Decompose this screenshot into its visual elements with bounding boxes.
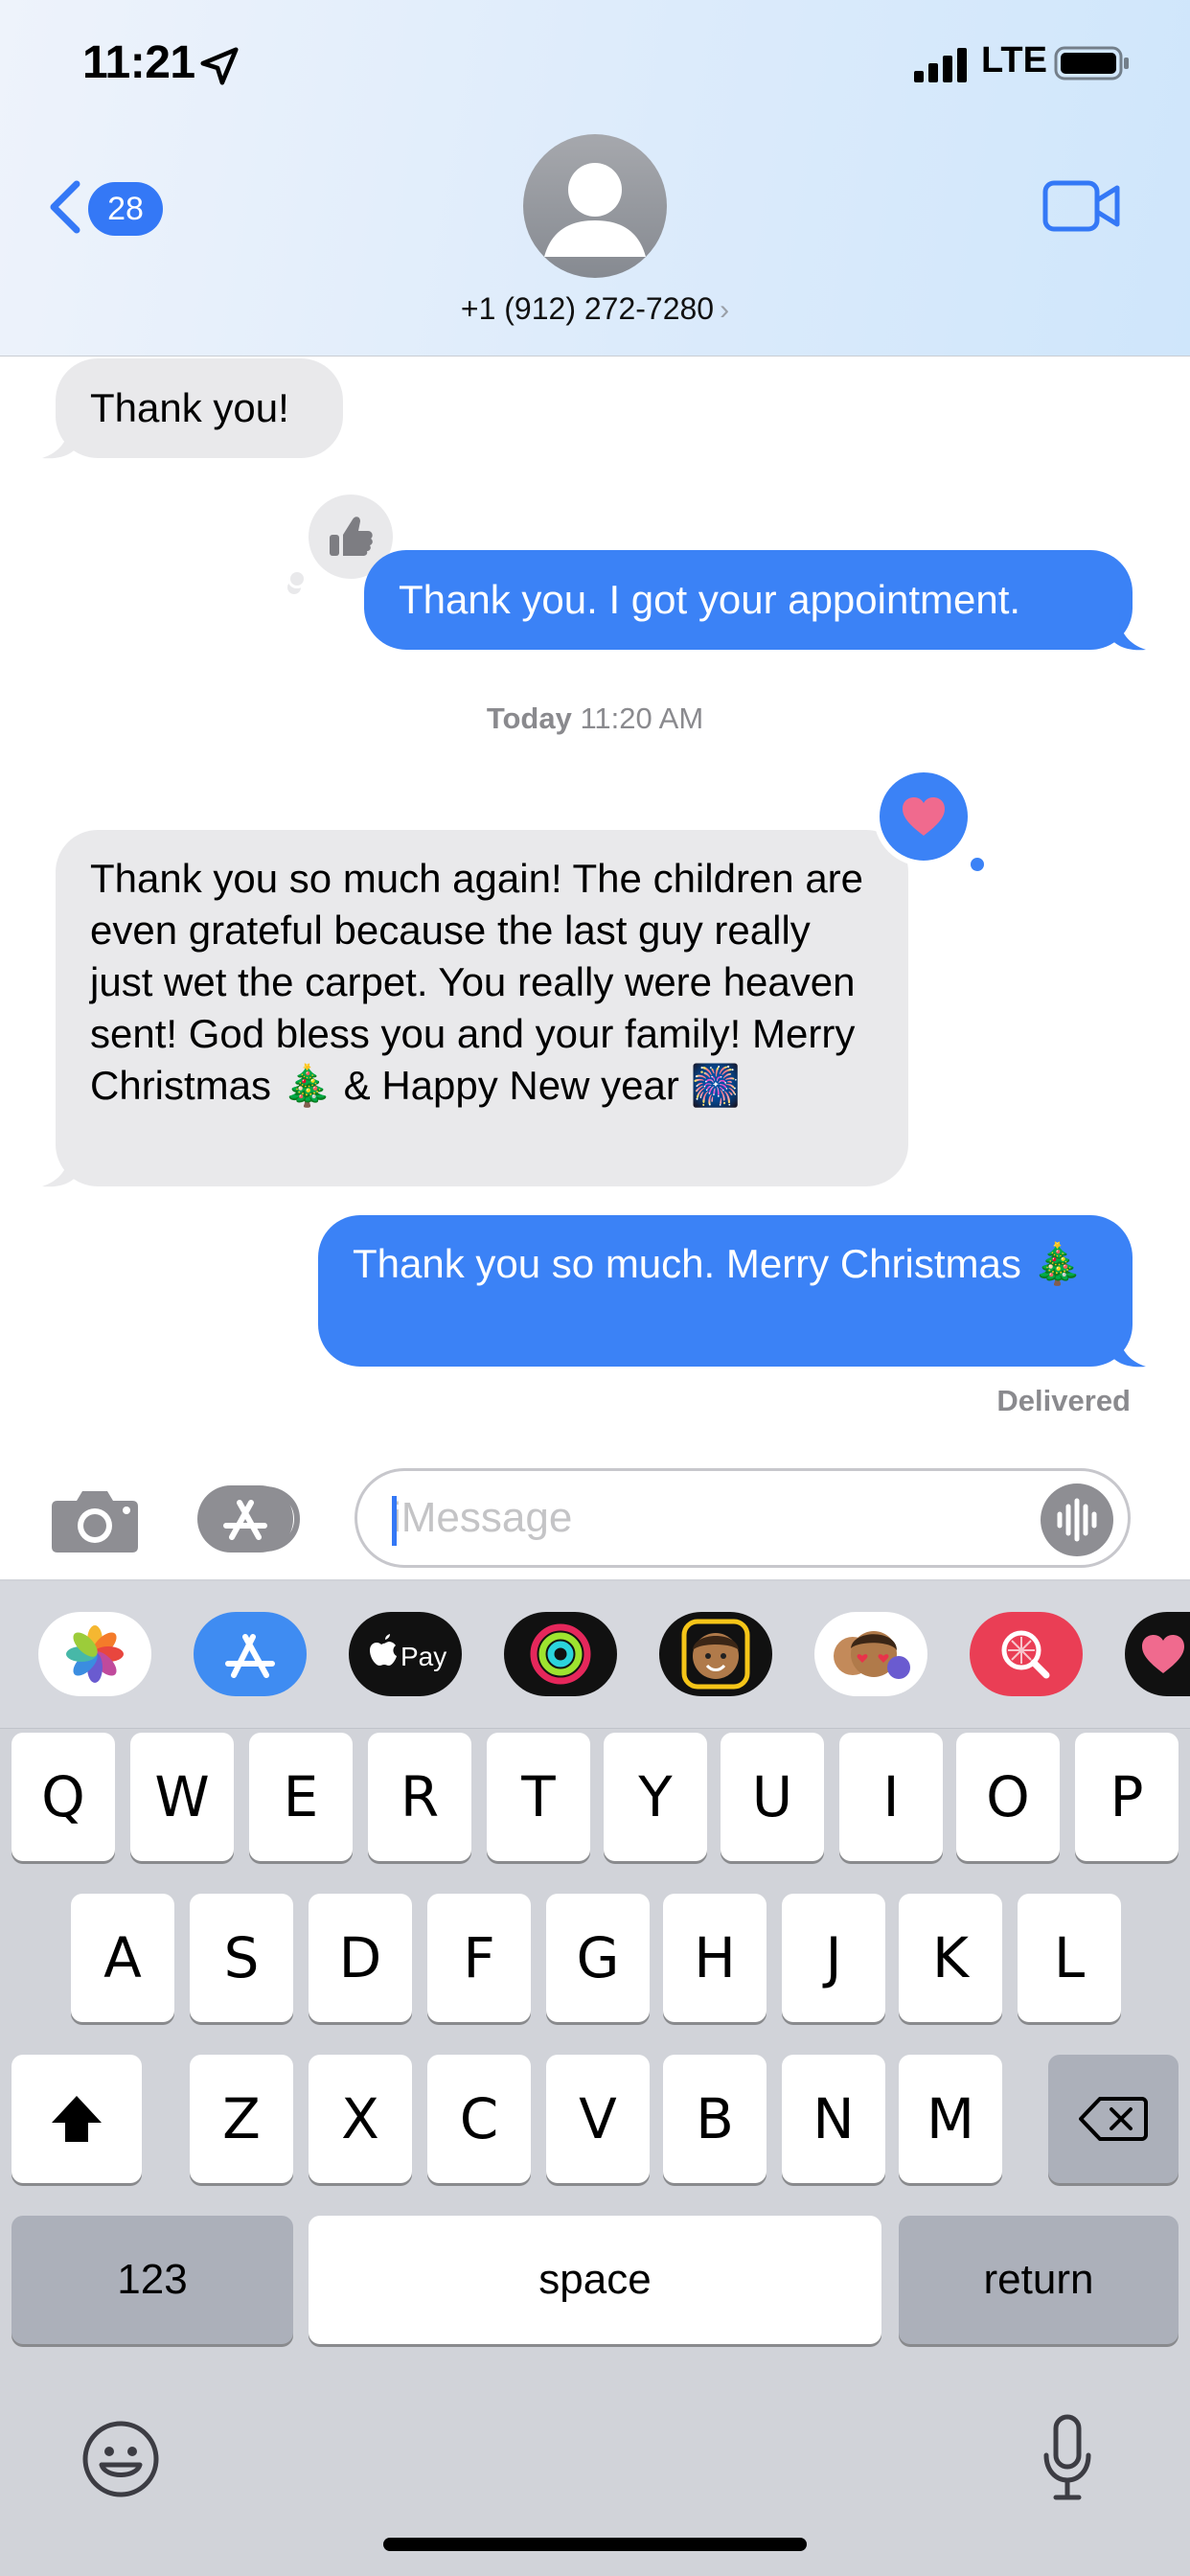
unread-count-badge: 28 (88, 182, 163, 236)
app-store-app-icon[interactable] (194, 1612, 307, 1696)
text-cursor (392, 1496, 397, 1546)
key-u[interactable]: U (721, 1733, 824, 1861)
image-search-app-icon[interactable] (970, 1612, 1083, 1696)
waveform-icon (1057, 1498, 1097, 1542)
contact-name[interactable]: +1 (912) 272-7280 › (0, 291, 1190, 327)
incoming-message[interactable]: Thank you so much again! The children ar… (56, 830, 908, 1186)
delete-key[interactable] (1048, 2055, 1179, 2183)
timestamp-day: Today (486, 702, 572, 735)
key-z[interactable]: Z (190, 2055, 293, 2183)
key-f[interactable]: F (427, 1894, 531, 2022)
contact-avatar[interactable] (523, 134, 667, 278)
key-s[interactable]: S (190, 1894, 293, 2022)
key-h[interactable]: H (663, 1894, 767, 2022)
delete-backspace-icon (1079, 2097, 1148, 2141)
back-button[interactable]: 28 (44, 172, 169, 240)
battery-icon (1054, 46, 1129, 80)
location-arrow-icon (200, 47, 239, 85)
dictation-mic-icon[interactable] (1041, 2413, 1094, 2501)
key-o[interactable]: O (956, 1733, 1060, 1861)
signal-icon (914, 48, 967, 82)
shift-arrow-icon (52, 2096, 102, 2142)
svg-text:Pay: Pay (400, 1642, 446, 1671)
camera-icon[interactable] (50, 1484, 140, 1554)
outgoing-message[interactable]: Thank you so much. Merry Christmas 🎄 (318, 1215, 1133, 1367)
tapback-dot (287, 569, 307, 588)
bubble-tail (42, 422, 80, 459)
key-a[interactable]: A (71, 1894, 174, 2022)
chevron-left-icon (50, 180, 80, 234)
bubble-tail (1108, 613, 1146, 651)
tapback-reaction[interactable] (874, 767, 973, 866)
key-w[interactable]: W (130, 1733, 234, 1861)
message-text: Thank you so much. Merry Christmas 🎄 (353, 1241, 1083, 1286)
audio-message-button[interactable] (1041, 1484, 1113, 1556)
home-indicator[interactable] (383, 2538, 807, 2551)
timestamp-time: 11:20 AM (580, 702, 704, 735)
message-text: Thank you! (90, 385, 289, 430)
key-x[interactable]: X (309, 2055, 412, 2183)
tapback-dot (968, 855, 987, 874)
heart-icon (903, 797, 945, 836)
key-q[interactable]: Q (11, 1733, 115, 1861)
person-silhouette-icon (544, 163, 646, 257)
imessage-input[interactable]: iMessage (355, 1468, 1131, 1568)
delivery-status: Delivered (996, 1384, 1131, 1417)
numbers-key[interactable]: 123 (11, 2216, 293, 2344)
app-store-icon[interactable] (197, 1484, 305, 1554)
apple-pay-app-icon[interactable]: Pay (349, 1612, 462, 1696)
incoming-message[interactable]: Thank you! (56, 358, 343, 458)
fitness-app-icon[interactable] (504, 1612, 617, 1696)
key-d[interactable]: D (309, 1894, 412, 2022)
space-key[interactable]: space (309, 2216, 881, 2344)
shift-key[interactable] (11, 2055, 142, 2183)
message-text: Thank you so much again! The children ar… (90, 856, 864, 1108)
digital-touch-app-icon[interactable] (1125, 1612, 1190, 1696)
outgoing-message[interactable]: Thank you. I got your appointment. (364, 550, 1133, 650)
memoji-app-icon[interactable] (659, 1612, 772, 1696)
key-j[interactable]: J (782, 1894, 885, 2022)
key-r[interactable]: R (368, 1733, 471, 1861)
key-b[interactable]: B (663, 2055, 767, 2183)
key-m[interactable]: M (899, 2055, 1002, 2183)
key-c[interactable]: C (427, 2055, 531, 2183)
key-g[interactable]: G (546, 1894, 650, 2022)
bubble-tail (1108, 1330, 1146, 1368)
key-e[interactable]: E (249, 1733, 353, 1861)
conversation-header: 11:21 LTE 28 +1 (912) 272-7280 › (0, 0, 1190, 356)
photos-app-icon[interactable] (38, 1612, 151, 1696)
key-y[interactable]: Y (604, 1733, 707, 1861)
facetime-video-icon[interactable] (1042, 178, 1121, 234)
return-key[interactable]: return (899, 2216, 1179, 2344)
emoji-icon[interactable] (80, 2419, 161, 2499)
message-timestamp: Today 11:20 AM (0, 702, 1190, 736)
chevron-right-icon: › (720, 294, 730, 326)
key-t[interactable]: T (487, 1733, 590, 1861)
key-n[interactable]: N (782, 2055, 885, 2183)
contact-name-label: +1 (912) 272-7280 (460, 291, 715, 326)
network-label: LTE (981, 40, 1047, 80)
key-i[interactable]: I (839, 1733, 943, 1861)
key-p[interactable]: P (1075, 1733, 1179, 1861)
key-k[interactable]: K (899, 1894, 1002, 2022)
bubble-tail (42, 1150, 80, 1187)
imessage-placeholder: iMessage (392, 1494, 573, 1541)
memoji-stickers-app-icon[interactable] (814, 1612, 927, 1696)
key-v[interactable]: V (546, 2055, 650, 2183)
key-l[interactable]: L (1018, 1894, 1121, 2022)
status-time: 11:21 (82, 37, 195, 88)
message-text: Thank you. I got your appointment. (399, 577, 1021, 622)
